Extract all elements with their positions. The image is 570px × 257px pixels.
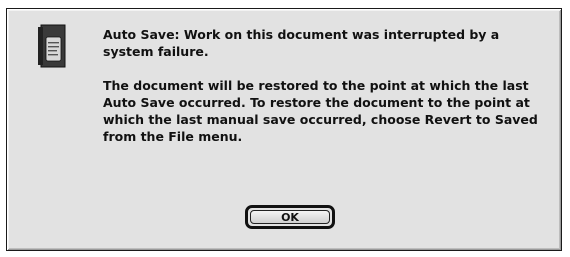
document-alert-icon bbox=[38, 24, 66, 68]
ok-button[interactable]: OK bbox=[245, 205, 335, 229]
alert-message: Auto Save: Work on this document was int… bbox=[103, 26, 543, 145]
auto-save-alert-dialog: Auto Save: Work on this document was int… bbox=[6, 8, 562, 251]
alert-headline: Auto Save: Work on this document was int… bbox=[103, 27, 500, 59]
alert-body-text: The document will be restored to the poi… bbox=[103, 78, 538, 144]
ok-button-label[interactable]: OK bbox=[250, 210, 330, 224]
